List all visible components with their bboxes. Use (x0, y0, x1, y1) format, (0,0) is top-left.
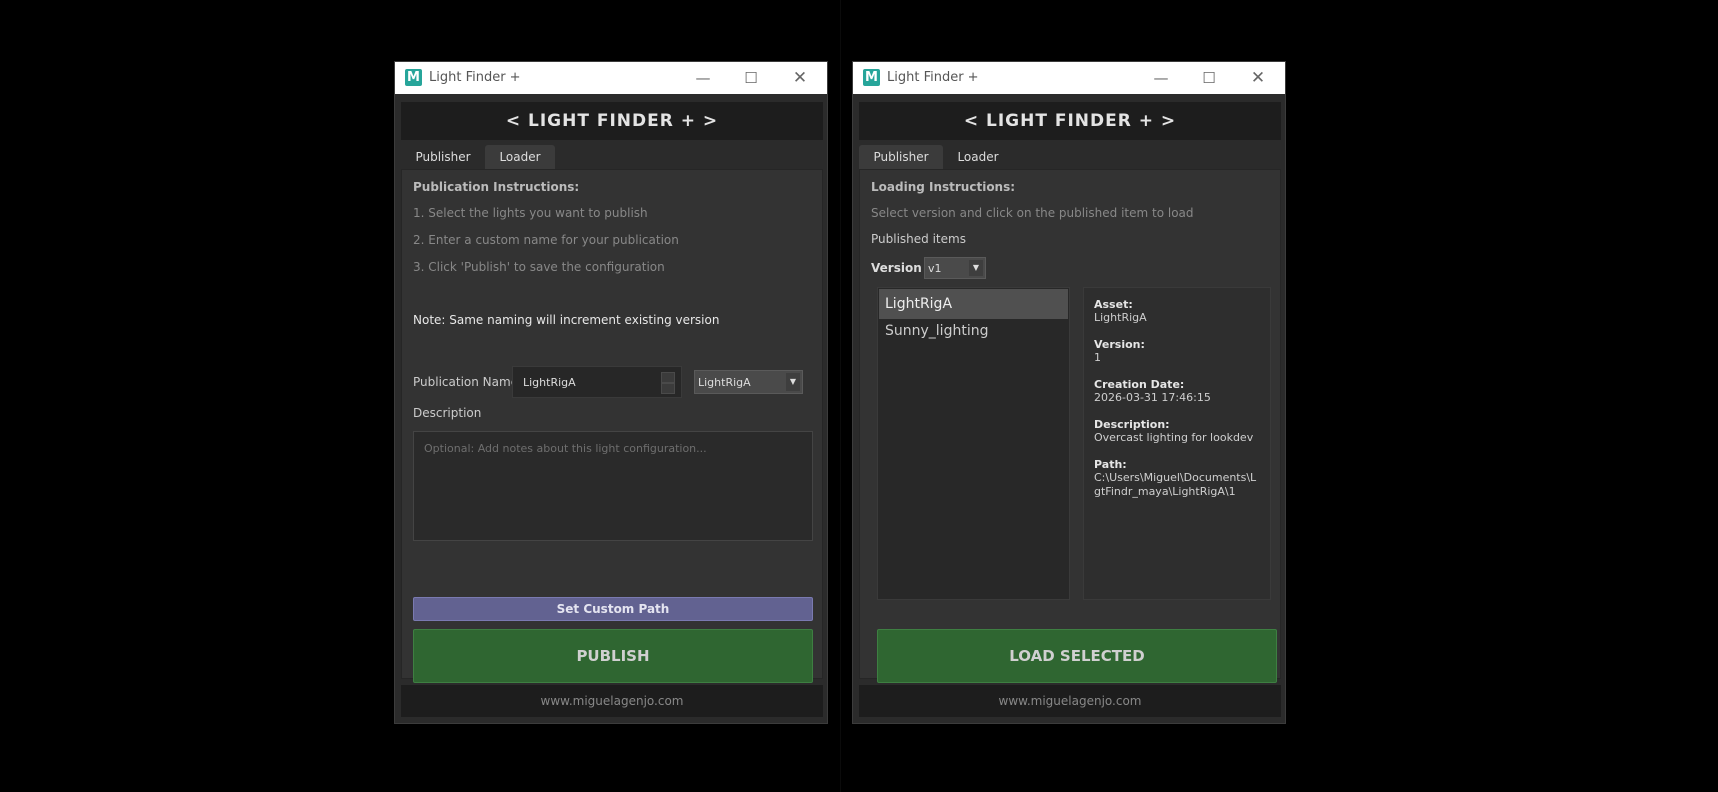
description-placeholder: Optional: Add notes about this light con… (424, 442, 707, 455)
version-value: v1 (928, 262, 942, 275)
asset-details-panel: Asset: LightRigA Version: 1 Creation Dat… (1083, 287, 1271, 600)
background-divider (840, 0, 841, 792)
published-items-list[interactable]: LightRigA Sunny_lighting (877, 287, 1070, 600)
load-selected-button[interactable]: LOAD SELECTED (877, 629, 1277, 683)
publisher-panel: Publication Instructions: 1. Select the … (401, 169, 823, 683)
footer-link[interactable]: www.miguelagenjo.com (401, 685, 823, 717)
path-label: Path: (1094, 458, 1127, 471)
minimize-icon[interactable]: — (1149, 66, 1173, 90)
tab-publisher[interactable]: Publisher (859, 145, 943, 169)
window-title: Light Finder + (887, 70, 979, 85)
published-items-label: Published items (871, 232, 966, 246)
instructions-text: Select version and click on the publishe… (871, 206, 1194, 220)
publication-name-label: Publication Name (413, 375, 519, 389)
header-title: < LIGHT FINDER + > (401, 102, 823, 140)
tab-loader[interactable]: Loader (943, 145, 1013, 169)
tab-loader[interactable]: Loader (485, 145, 555, 169)
creation-date-value: 2026-03-31 17:46:15 (1094, 391, 1211, 404)
set-custom-path-button[interactable]: Set Custom Path (413, 597, 813, 621)
dropdown-value: LightRigA (698, 376, 751, 389)
instructions-heading: Loading Instructions: (871, 180, 1016, 194)
instructions-heading: Publication Instructions: (413, 180, 580, 194)
publication-name-dropdown[interactable]: LightRigA ▼ (694, 370, 803, 394)
spin-up-icon[interactable] (661, 372, 675, 383)
publisher-window: M Light Finder + — ☐ ✕ < LIGHT FINDER + … (394, 61, 828, 724)
version-label: Version (871, 261, 922, 275)
version-dropdown[interactable]: v1 ▼ (924, 257, 986, 279)
asset-value: LightRigA (1094, 311, 1147, 324)
publication-name-value: LightRigA (523, 376, 576, 389)
footer-link[interactable]: www.miguelagenjo.com (859, 685, 1281, 717)
window-title: Light Finder + (429, 70, 521, 85)
title-bar[interactable]: M Light Finder + — ☐ ✕ (853, 62, 1285, 94)
publish-button[interactable]: PUBLISH (413, 629, 813, 683)
maximize-icon[interactable]: ☐ (1197, 66, 1221, 90)
tab-publisher[interactable]: Publisher (401, 145, 485, 169)
close-icon[interactable]: ✕ (1246, 66, 1270, 90)
minimize-icon[interactable]: — (691, 66, 715, 90)
note-text: Note: Same naming will increment existin… (413, 313, 720, 327)
version-detail-label: Version: (1094, 338, 1145, 351)
asset-label: Asset: (1094, 298, 1133, 311)
loader-panel: Loading Instructions: Select version and… (859, 169, 1281, 683)
chevron-down-icon: ▼ (786, 373, 800, 391)
close-icon[interactable]: ✕ (788, 66, 812, 90)
title-bar[interactable]: M Light Finder + — ☐ ✕ (395, 62, 827, 94)
description-textarea[interactable]: Optional: Add notes about this light con… (413, 431, 813, 541)
chevron-down-icon: ▼ (969, 260, 983, 276)
maya-icon: M (405, 69, 422, 86)
description-label: Description (413, 406, 482, 420)
header-title: < LIGHT FINDER + > (859, 102, 1281, 140)
description-detail-label: Description: (1094, 418, 1170, 431)
instruction-step: 3. Click 'Publish' to save the configura… (413, 260, 665, 274)
path-value: C:\Users\Miguel\Documents\LgtFindr_maya\… (1094, 471, 1257, 498)
list-item[interactable]: Sunny_lighting (879, 316, 1068, 346)
creation-date-label: Creation Date: (1094, 378, 1185, 391)
instruction-step: 1. Select the lights you want to publish (413, 206, 648, 220)
maximize-icon[interactable]: ☐ (739, 66, 763, 90)
instruction-step: 2. Enter a custom name for your publicat… (413, 233, 679, 247)
loader-window: M Light Finder + — ☐ ✕ < LIGHT FINDER + … (852, 61, 1286, 724)
publication-name-input[interactable]: LightRigA (512, 366, 682, 398)
description-detail-value: Overcast lighting for lookdev (1094, 431, 1254, 444)
spin-down-icon[interactable] (661, 383, 675, 394)
maya-icon: M (863, 69, 880, 86)
version-detail-value: 1 (1094, 351, 1101, 364)
list-item[interactable]: LightRigA (879, 289, 1068, 319)
